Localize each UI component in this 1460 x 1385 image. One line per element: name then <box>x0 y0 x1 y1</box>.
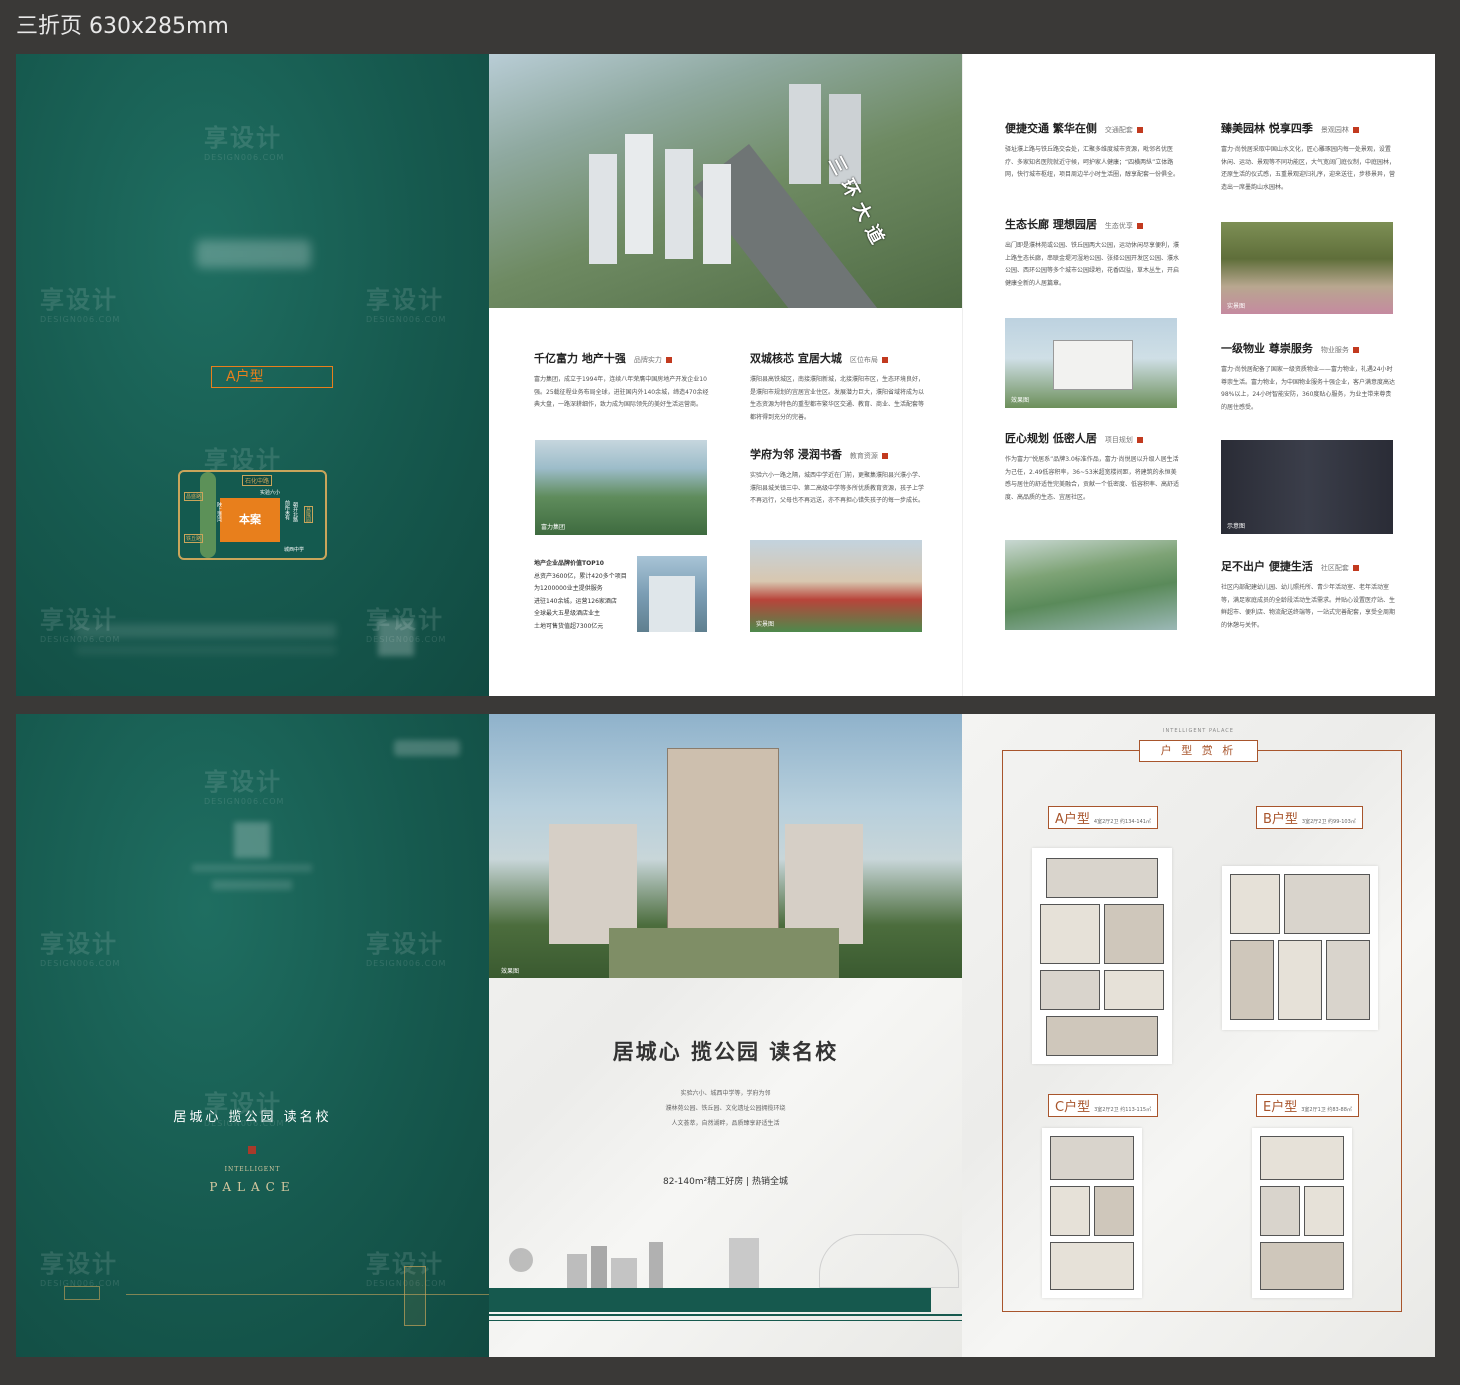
floorplan-e <box>1252 1128 1352 1298</box>
staff-image: 示意图 <box>1221 440 1393 534</box>
craft-title: 匠心规划 低密人居 项目规划 <box>1005 430 1143 446</box>
qr-code-icon <box>378 620 414 656</box>
traffic-text: 驿址濮上路与铁丘路交会处，汇聚多维度城市资源，毗邻名优医疗、多家知名医院就近守候… <box>1005 146 1180 178</box>
residence-rendering-image: 效果图 <box>489 714 962 978</box>
watermark: 享设计DESIGN006.COM <box>204 768 285 806</box>
footer-band <box>489 1288 931 1312</box>
map-label: 石化中路 <box>242 475 273 486</box>
middle-title: 居城心 揽公园 读名校 <box>612 1039 839 1064</box>
school-text: 实验六小一路之隔，城西中学近在门前，更聚集濮阳县兴濮小学、濮阳县城关镇三中、第二… <box>750 472 925 504</box>
plan-label-e: E户型 3室2厅1卫 约83-88㎡ <box>1256 1094 1359 1117</box>
brand-stats: 地产企业品牌价值TOP10 总资产3600亿，累计420多个项目 为120000… <box>534 560 627 630</box>
watermark: 享设计DESIGN006.COM <box>40 1250 121 1288</box>
plan-label-b: B户型 3室2厅2卫 约99-103㎡ <box>1256 806 1363 829</box>
skyline-illustration <box>499 1234 959 1288</box>
watermark: 享设计DESIGN006.COM <box>366 286 447 324</box>
vertical-seal-icon <box>404 1266 426 1326</box>
middle-tagline: 82-140m²精工好房 | 热销全城 <box>662 1177 788 1187</box>
map-label: 实验六小 <box>260 490 281 496</box>
villa-image: 效果图 <box>1005 318 1177 408</box>
english-large: PALACE <box>209 1180 296 1194</box>
inner-panel-right: 便捷交通 繁华在侧 交通配套 驿址濮上路与铁丘路交会处，汇聚多维度城市资源，毗邻名… <box>962 54 1435 696</box>
map-label: 铁丘路 <box>184 534 204 543</box>
gate-icon <box>64 1286 100 1300</box>
floorplans-panel: INTELLIGENT PALACE 户 型 赏 析 A户型 4室2厅2卫 约13… <box>962 714 1435 1357</box>
brand-section-title: 千亿富力 地产十强 品牌实力 <box>534 350 672 366</box>
garden-title: 臻美园林 悦享四季 景观园林 <box>1221 120 1359 136</box>
life-title: 足不出户 便捷生活 社区配套 <box>1221 558 1359 574</box>
property-title: 一级物业 尊崇服务 物业服务 <box>1221 340 1359 356</box>
life-text: 社区内部配建幼儿园、幼儿照托所、青少年活动室、老年活动室等，满足家庭成员的全龄段… <box>1221 584 1396 629</box>
floorplans-en: INTELLIGENT PALACE <box>1163 728 1234 734</box>
back-cover-panel: 享设计 DESIGN006.COM 享设计 DESIGN006.COM 享设计 DES… <box>16 714 489 1357</box>
garden-image: 实景图 <box>1221 222 1393 314</box>
eco-text: 出门即是濮林苑或公园、铁丘园两大公园，运动休闲尽享便利，濮上路生态长廊，串联金堤… <box>1005 242 1180 287</box>
wetland-image <box>1005 540 1177 630</box>
map-label: 昌隆园 <box>304 506 313 523</box>
back-slogan: 居城心 揽公园 读名校 <box>173 1110 332 1125</box>
inner-panel-left: 三环大道 千亿富力 地产十强 品牌实力 富力集团，成立于1994年，连续八年荣膺中… <box>489 54 962 696</box>
craft-text: 作为富力“悦居系”品牌3.0标准作品，富力·尚悦居以升级人居生活为己任，2.49… <box>1005 456 1180 501</box>
map-label: 前所未有 <box>284 500 290 520</box>
brand-section-text: 富力集团，成立于1994年，连续八年荣膺中国房地产开发企业10强。25载征程业务… <box>534 376 709 408</box>
map-center-block: 本案 <box>220 498 280 542</box>
plan-label-c: C户型 3室2厅2卫 约113-115㎡ <box>1048 1094 1159 1117</box>
aerial-rendering-image: 三环大道 <box>489 54 962 308</box>
school-track-image: 实景图 <box>750 540 922 632</box>
park-image: 富力集团 <box>535 440 707 535</box>
watermark: 享设计DESIGN006.COM <box>40 930 121 968</box>
front-cover-panel: 享设计 DESIGN006.COM 享设计 DESIGN006.COM 享设计 DES… <box>16 54 489 696</box>
school-title: 学府为邻 浸润书香 教育资源 <box>750 446 888 462</box>
eco-title: 生态长廊 理想园居 生态优享 <box>1005 216 1143 232</box>
floorplan-b <box>1222 866 1378 1030</box>
plan-label-a: A户型 4室2厅2卫 约134-141㎡ <box>1048 806 1158 829</box>
watermark: 享设计DESIGN006.COM <box>40 286 121 324</box>
map-label: 陕上港湾 <box>216 502 222 522</box>
middle-back-panel: 效果图 居城心 揽公园 读名校 实验六小、城西中学等，学府为邻 濮林苑公园、铁丘… <box>489 714 962 1357</box>
dual-core-text: 濮阳县高铁城区，南接濮阳新城，北接濮阳市区，生态环境良好，是濮阳市规划的宜居宜业… <box>750 376 925 421</box>
garden-text: 富力·尚悦居采取中国山水文化，匠心雕琢园内每一处景观，设置休闲、运动、景观等不同… <box>1221 146 1396 191</box>
footer-line <box>126 1294 489 1295</box>
dual-core-title: 双城核芯 宜居大城 区位布局 <box>750 350 888 366</box>
page-header: 三折页 630x285mm <box>16 14 229 39</box>
traffic-title: 便捷交通 繁华在侧 交通配套 <box>1005 120 1143 136</box>
property-text: 富力·尚悦居配备了国家一级资质物业——富力物业，礼遇24小时尊崇生活。富力物业，… <box>1221 366 1396 411</box>
floorplan-a <box>1032 848 1172 1064</box>
map-label: 朝开北路 <box>292 502 298 522</box>
map-label: 城西中学 <box>284 547 305 553</box>
english-small: INTELLIGENT <box>224 1166 281 1173</box>
watermark: 享设计DESIGN006.COM <box>204 124 285 162</box>
building-image <box>637 556 707 632</box>
floorplans-title: 户 型 赏 析 <box>1139 740 1258 762</box>
middle-lines: 实验六小、城西中学等，学府为邻 濮林苑公园、铁丘园、文化遗址公园拥揽环绕 人文荟… <box>665 1090 786 1127</box>
floorplan-c <box>1042 1128 1142 1298</box>
brand-logo-icon <box>394 740 460 756</box>
watermark: 享设计DESIGN006.COM <box>366 930 447 968</box>
plan-badge: A户型 <box>211 366 333 388</box>
location-map: 本案 石化中路 实验六小 昌盛路 陕上港湾 铁丘路 前所未有 朝开北路 昌隆园 … <box>178 470 327 560</box>
brand-logo-icon <box>196 240 311 268</box>
qr-code-icon <box>234 822 270 858</box>
map-label: 昌盛路 <box>184 492 204 501</box>
seal-icon <box>248 1146 256 1154</box>
footer-stripes <box>489 1314 962 1316</box>
